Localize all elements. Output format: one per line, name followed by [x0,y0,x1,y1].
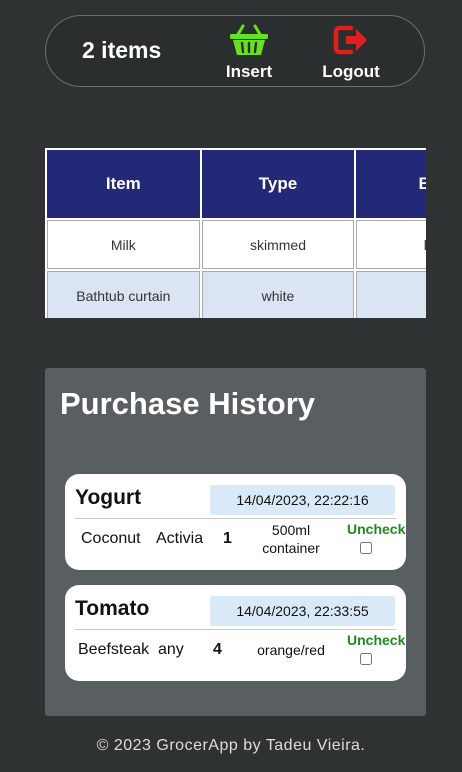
history-item-date: 14/04/2023, 22:22:16 [210,485,395,515]
history-card: Yogurt 14/04/2023, 22:22:16 Coconut Acti… [65,474,406,570]
history-item-description: 500ml container [251,521,331,557]
table-cell: Bathtub curtain [47,271,200,318]
purchase-history-title: Purchase History [60,386,315,421]
footer-copyright: © 2023 GrocerApp by Tadeu Vieira. [96,737,366,754]
history-item-quantity: 1 [223,530,232,547]
history-item-description: orange/red [246,641,336,659]
history-item-type: Coconut [81,530,141,547]
top-nav-bar: 2 items Insert Logout [45,15,425,87]
history-item-date: 14/04/2023, 22:33:55 [210,596,395,626]
table-cell [356,271,426,318]
purchase-history-panel: Purchase History Yogurt 14/04/2023, 22:2… [45,368,426,716]
insert-label: Insert [225,62,273,81]
table-cell: luc [356,220,426,269]
table-cell: Milk [47,220,200,269]
column-header-item[interactable]: Item [47,150,200,218]
logout-label: Logout [322,62,380,81]
table-row[interactable]: Bathtub curtain white [47,271,426,318]
insert-button[interactable]: Insert [214,22,284,82]
history-item-description-line: container [262,540,320,556]
history-item-description-line: 500ml [271,522,311,538]
uncheck-checkbox[interactable] [360,653,372,665]
basket-icon [214,22,284,58]
table-header-row: Item Type Bra [47,150,426,218]
items-table: Item Type Bra Milk skimmed luc Bathtub c… [45,148,426,318]
item-count: 2 items [82,37,162,63]
column-header-brand[interactable]: Bra [356,150,426,218]
uncheck-label: Uncheck [347,521,406,537]
items-table-container[interactable]: Item Type Bra Milk skimmed luc Bathtub c… [45,148,426,318]
history-item-description-line: orange/red [257,642,325,658]
history-item-name: Yogurt [75,486,142,509]
uncheck-label: Uncheck [347,632,406,648]
logout-icon [316,22,386,58]
logout-button[interactable]: Logout [316,22,386,82]
table-row[interactable]: Milk skimmed luc [47,220,426,269]
history-item-brand: any [158,641,184,658]
history-item-type: Beefsteak [78,641,150,658]
history-item-name: Tomato [75,597,150,620]
table-cell: skimmed [201,220,355,269]
table-cell: white [201,271,355,318]
divider [75,518,396,519]
history-item-brand: Activia [156,530,204,547]
history-item-quantity: 4 [213,641,222,658]
uncheck-checkbox[interactable] [360,542,372,554]
history-card: Tomato 14/04/2023, 22:33:55 Beefsteak an… [65,585,406,681]
divider [75,629,396,630]
column-header-type[interactable]: Type [201,150,355,218]
